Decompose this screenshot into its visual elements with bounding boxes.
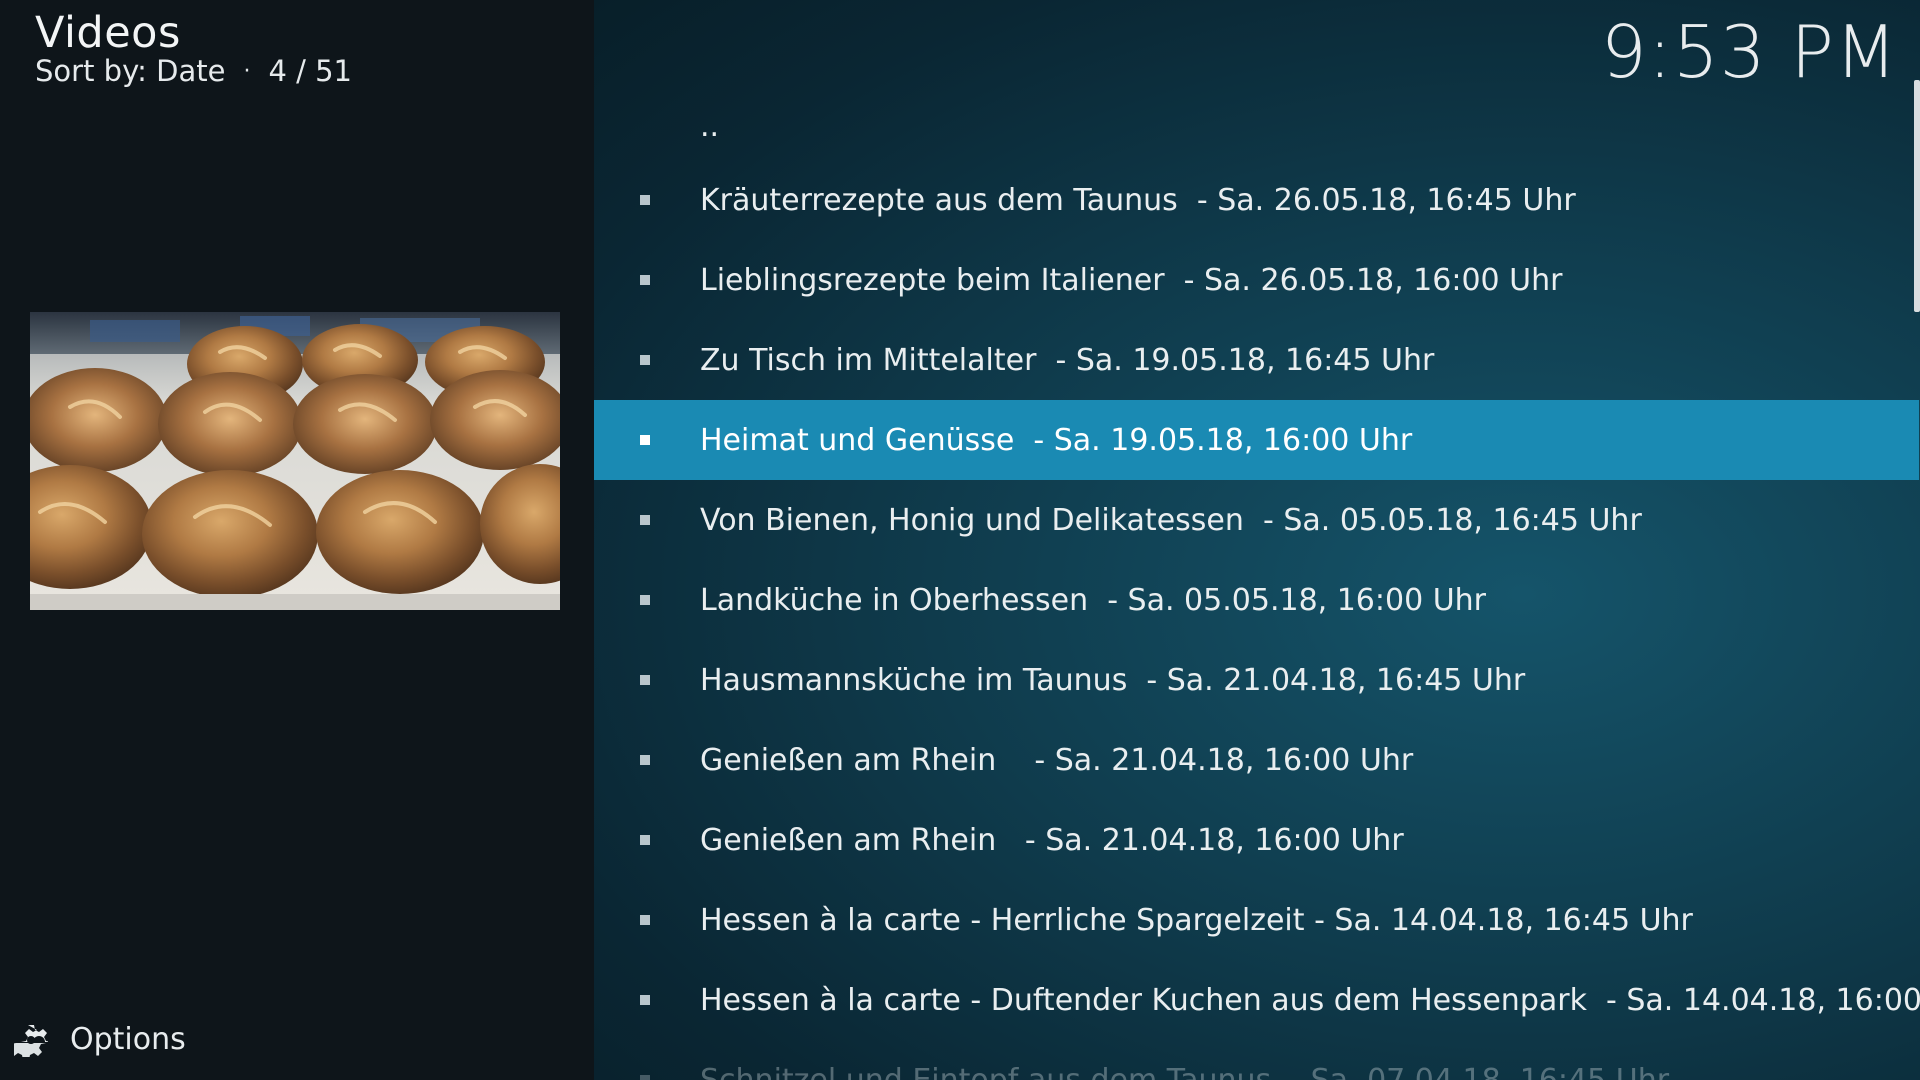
bullet-icon [640,915,650,925]
sort-info[interactable]: Sort by: Date · 4 / 51 [35,54,352,88]
list-item[interactable]: Genießen am Rhein - Sa. 21.04.18, 16:00 … [594,800,1920,880]
file-list-panel: 9:53 PM .. Kräuterrezepte aus dem Taunus… [594,0,1920,1080]
bullet-icon [640,835,650,845]
list-item-label: Zu Tisch im Mittelalter - Sa. 19.05.18, … [700,342,1435,378]
list-item-label: Von Bienen, Honig und Delikatessen - Sa.… [700,502,1642,538]
list-item-label: Landküche in Oberhessen - Sa. 05.05.18, … [700,582,1487,618]
options-button[interactable]: Options [14,1022,186,1057]
list-item-label: Hausmannsküche im Taunus - Sa. 21.04.18,… [700,662,1526,698]
bullet-icon [640,595,650,605]
list-item[interactable]: Zu Tisch im Mittelalter - Sa. 19.05.18, … [594,320,1920,400]
bullet-icon [640,1075,650,1080]
list-item-label: Lieblingsrezepte beim Italiener - Sa. 26… [700,262,1563,298]
bread-loaves-photo [30,312,560,610]
sort-label: Sort by: Date [35,54,226,88]
video-thumbnail [30,312,560,610]
file-list: .. Kräuterrezepte aus dem Taunus - Sa. 2… [594,0,1920,1080]
bullet-icon [640,675,650,685]
list-item-label: Kräuterrezepte aus dem Taunus - Sa. 26.0… [700,182,1576,218]
bullet-icon [640,755,650,765]
list-item[interactable]: Landküche in Oberhessen - Sa. 05.05.18, … [594,560,1920,640]
list-item-label: Genießen am Rhein - Sa. 21.04.18, 16:00 … [700,822,1404,858]
list-item[interactable]: Hessen à la carte - Herrliche Spargelzei… [594,880,1920,960]
list-item-label: Genießen am Rhein - Sa. 21.04.18, 16:00 … [700,742,1414,778]
parent-folder-label: .. [700,108,720,144]
gear-icon [14,1024,48,1057]
list-item[interactable]: Hessen à la carte - Duftender Kuchen aus… [594,960,1920,1040]
kodi-window: Videos Sort by: Date · 4 / 51 Options 9:… [0,0,1920,1080]
list-item-label: Heimat und Genüsse - Sa. 19.05.18, 16:00… [700,422,1413,458]
bullet-icon [640,995,650,1005]
options-label: Options [70,1022,186,1057]
list-item-label: Hessen à la carte - Herrliche Spargelzei… [700,902,1693,938]
list-item[interactable]: Genießen am Rhein - Sa. 21.04.18, 16:00 … [594,720,1920,800]
bullet-icon [640,515,650,525]
parent-folder-item[interactable]: .. [594,86,1920,166]
list-item-label: Hessen à la carte - Duftender Kuchen aus… [700,982,1920,1018]
list-item[interactable]: Von Bienen, Honig und Delikatessen - Sa.… [594,480,1920,560]
left-panel: Videos Sort by: Date · 4 / 51 Options [0,0,594,1080]
list-item[interactable]: Schnitzel und Eintopf aus dem Taunus - S… [594,1040,1920,1080]
bullet-icon [640,355,650,365]
bullet-icon [640,435,650,445]
item-position: 4 / 51 [268,54,352,88]
page-title: Videos [35,8,181,58]
bullet-icon [640,275,650,285]
bullet-icon [640,195,650,205]
list-item-selected[interactable]: Heimat und Genüsse - Sa. 19.05.18, 16:00… [594,400,1919,480]
list-item[interactable]: Lieblingsrezepte beim Italiener - Sa. 26… [594,240,1920,320]
list-item[interactable]: Hausmannsküche im Taunus - Sa. 21.04.18,… [594,640,1920,720]
separator-dot: · [243,59,251,84]
list-item[interactable]: Kräuterrezepte aus dem Taunus - Sa. 26.0… [594,160,1920,240]
list-item-label: Schnitzel und Eintopf aus dem Taunus - S… [700,1062,1670,1080]
